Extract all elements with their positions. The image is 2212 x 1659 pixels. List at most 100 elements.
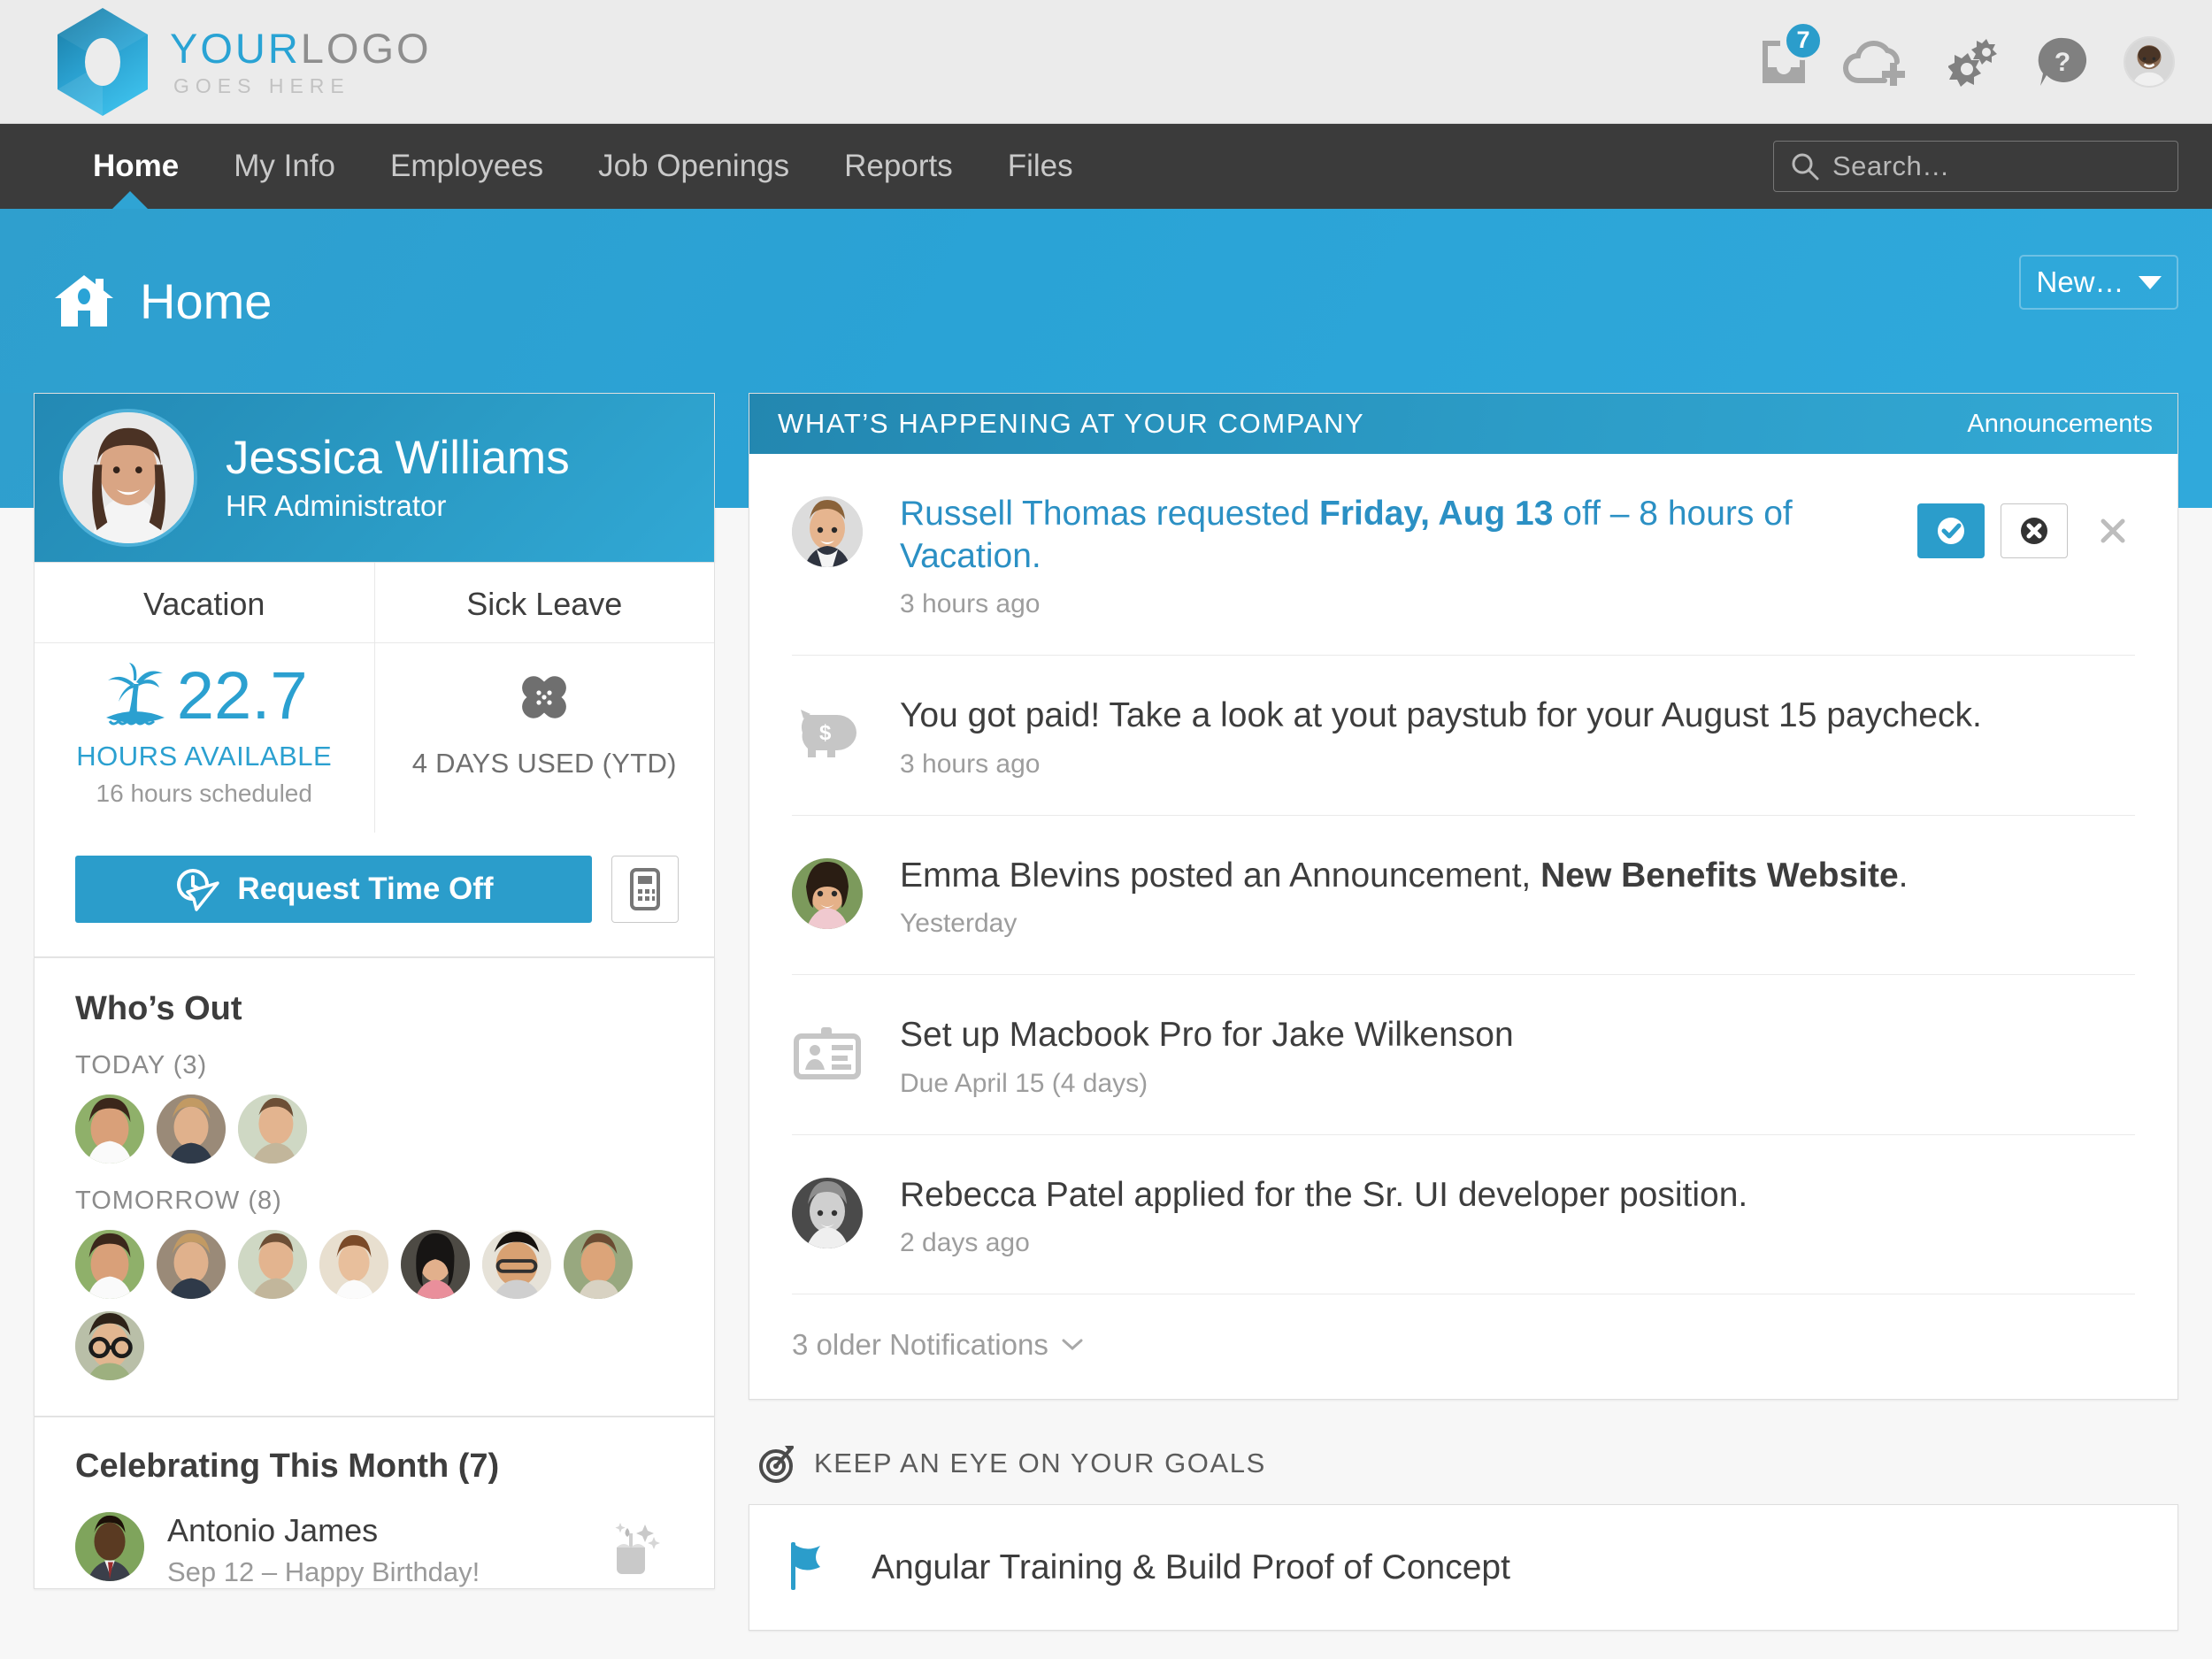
nav-item-files[interactable]: Files <box>980 149 1101 184</box>
help-icon[interactable]: ? <box>2037 35 2090 88</box>
avatar <box>792 858 863 929</box>
profile-card[interactable]: Jessica Williams HR Administrator <box>34 393 715 563</box>
chevron-down-icon <box>1061 1337 1084 1353</box>
search-input[interactable]: Search… <box>1773 141 2178 192</box>
inbox-icon[interactable]: 7 <box>1754 35 1809 88</box>
profile-role: HR Administrator <box>226 489 570 523</box>
logo-tagline: GOES HERE <box>173 76 432 96</box>
avatar <box>792 1178 863 1248</box>
avatar[interactable] <box>564 1230 633 1299</box>
list-item[interactable]: Antonio James Sep 12 – Happy Birthday! <box>75 1512 673 1588</box>
hexagon-logo-icon <box>55 7 150 117</box>
celebrating-section: Celebrating This Month (7) Ant <box>34 1417 715 1589</box>
celebrating-detail: Sep 12 – Happy Birthday! <box>167 1556 480 1588</box>
celebrating-title: Celebrating This Month (7) <box>75 1448 673 1486</box>
avatar[interactable] <box>482 1230 551 1299</box>
avatar[interactable] <box>319 1230 388 1299</box>
notification-row[interactable]: Rebecca Patel applied for the Sr. UI dev… <box>792 1135 2135 1295</box>
goal-title: Angular Training & Build Proof of Concep… <box>872 1548 1510 1587</box>
target-icon <box>756 1442 798 1485</box>
announcements-link[interactable]: Announcements <box>1967 410 2153 439</box>
sick-leave-cell[interactable]: 4 DAYS USED (YTD) <box>375 643 715 833</box>
celebrating-name: Antonio James <box>167 1512 480 1549</box>
nav-item-home[interactable]: Home <box>65 149 206 184</box>
nav-item-employees[interactable]: Employees <box>363 149 571 184</box>
check-circle-icon <box>1933 513 1969 549</box>
calculator-button[interactable] <box>611 856 679 923</box>
notification-actions <box>1917 503 2135 558</box>
notification-body: Rebecca Patel applied for the Sr. UI dev… <box>900 1174 2135 1259</box>
new-button[interactable]: New… <box>2019 255 2178 310</box>
whats-happening-header: WHAT’S HAPPENING AT YOUR COMPANY Announc… <box>749 394 2177 454</box>
leave-summary-card: Vacation Sick Leave <box>34 563 715 957</box>
top-bar: YOURLOGO GOES HERE 7 <box>0 0 2212 124</box>
notification-text: Emma Blevins posted an Announcement, New… <box>900 855 2117 897</box>
whos-out-today-avatars <box>75 1094 641 1164</box>
avatar[interactable] <box>75 1311 144 1380</box>
notification-text: You got paid! Take a look at yout paystu… <box>900 695 2117 737</box>
vacation-cell[interactable]: 22.7 HOURS AVAILABLE 16 hours scheduled <box>35 643 375 833</box>
chevron-down-icon <box>2139 276 2162 289</box>
profile-avatar <box>59 409 197 547</box>
sick-days-used: 4 DAYS USED (YTD) <box>375 748 715 780</box>
notification-row[interactable]: Set up Macbook Pro for Jake Wilkenson Du… <box>792 975 2135 1135</box>
older-notifications-toggle[interactable]: 3 older Notifications <box>749 1294 2177 1399</box>
avatar[interactable] <box>238 1094 307 1164</box>
home-icon <box>51 272 117 330</box>
goal-row[interactable]: Angular Training & Build Proof of Concep… <box>749 1505 2177 1630</box>
notification-row[interactable]: $ You got paid! Take a look at yout pays… <box>792 656 2135 816</box>
cloud-upload-icon[interactable] <box>1842 36 1915 88</box>
goals-panel: Angular Training & Build Proof of Concep… <box>749 1504 2178 1631</box>
notification-text: Set up Macbook Pro for Jake Wilkenson <box>900 1014 2117 1056</box>
page-banner: Home New… <box>0 209 2212 393</box>
avatar[interactable] <box>2124 36 2175 88</box>
nav-item-list: Home My Info Employees Job Openings Repo… <box>65 149 1101 184</box>
nav-item-my-info[interactable]: My Info <box>206 149 363 184</box>
notification-timestamp: 3 hours ago <box>900 749 2117 780</box>
request-time-off-button[interactable]: Request Time Off <box>75 856 592 923</box>
sick-icon-row <box>375 663 715 730</box>
bandage-icon <box>510 666 579 726</box>
avatar[interactable] <box>75 1094 144 1164</box>
page-title-label: Home <box>140 273 272 330</box>
deny-button[interactable] <box>2001 503 2068 558</box>
approve-button[interactable] <box>1917 503 1985 558</box>
avatar[interactable] <box>401 1230 470 1299</box>
notification-timestamp: Yesterday <box>900 909 2117 939</box>
sick-leave-header: Sick Leave <box>375 563 715 642</box>
gears-icon[interactable] <box>1948 35 2003 88</box>
palm-tree-icon <box>101 663 170 730</box>
notification-row[interactable]: Emma Blevins posted an Announcement, New… <box>792 816 2135 976</box>
leave-actions: Request Time Off <box>35 833 714 956</box>
nav-item-job-openings[interactable]: Job Openings <box>571 149 817 184</box>
vacation-hours-value: 22.7 <box>177 663 308 730</box>
nav-item-reports[interactable]: Reports <box>817 149 980 184</box>
main-nav: Home My Info Employees Job Openings Repo… <box>0 124 2212 209</box>
dismiss-button[interactable] <box>2091 509 2135 553</box>
notification-body: Russell Thomas requested Friday, Aug 13 … <box>900 493 1917 619</box>
vacation-scheduled-note: 16 hours scheduled <box>35 780 374 808</box>
notification-body: Set up Macbook Pro for Jake Wilkenson Du… <box>900 1014 2135 1099</box>
notification-timestamp: Due April 15 (4 days) <box>900 1069 2117 1099</box>
notification-text: Russell Thomas requested Friday, Aug 13 … <box>900 493 1900 577</box>
notification-body: Emma Blevins posted an Announcement, New… <box>900 855 2135 940</box>
inbox-badge: 7 <box>1784 21 1823 60</box>
avatar[interactable] <box>157 1230 226 1299</box>
celebrating-meta: Antonio James Sep 12 – Happy Birthday! <box>167 1512 480 1588</box>
avatar[interactable] <box>75 1230 144 1299</box>
notification-timestamp: 3 hours ago <box>900 589 1900 619</box>
leave-headers: Vacation Sick Leave <box>35 563 714 643</box>
vacation-value-row: 22.7 <box>35 663 374 730</box>
logo-accent-text: YOUR <box>170 25 301 72</box>
close-icon <box>2095 513 2131 549</box>
whos-out-tomorrow-label: TOMORROW (8) <box>75 1187 673 1216</box>
active-nav-indicator <box>111 191 149 210</box>
whats-happening-panel: WHAT’S HAPPENING AT YOUR COMPANY Announc… <box>749 393 2178 1400</box>
vacation-header: Vacation <box>35 563 375 642</box>
avatar[interactable] <box>238 1230 307 1299</box>
notification-row[interactable]: Russell Thomas requested Friday, Aug 13 … <box>792 454 2135 656</box>
avatar[interactable] <box>157 1094 226 1164</box>
page-title: Home <box>51 272 272 330</box>
logo-muted-text: LOGO <box>301 25 432 72</box>
brand-logo[interactable]: YOURLOGO GOES HERE <box>55 7 432 117</box>
